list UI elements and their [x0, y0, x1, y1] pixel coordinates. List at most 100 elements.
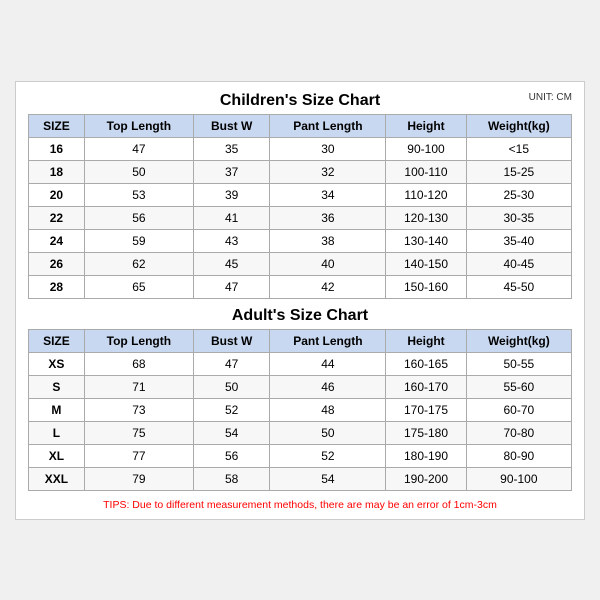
- table-cell: 36: [270, 206, 386, 229]
- table-cell: 160-170: [386, 375, 466, 398]
- adults-thead: SIZE Top Length Bust W Pant Length Heigh…: [29, 329, 572, 352]
- table-cell: 42: [270, 275, 386, 298]
- children-table: SIZE Top Length Bust W Pant Length Heigh…: [28, 114, 572, 299]
- table-cell: 55-60: [466, 375, 571, 398]
- table-cell: 190-200: [386, 467, 466, 490]
- table-row: 26624540140-15040-45: [29, 252, 572, 275]
- table-cell: 28: [29, 275, 85, 298]
- table-cell: 120-130: [386, 206, 466, 229]
- table-cell: 18: [29, 160, 85, 183]
- adults-col-top-length: Top Length: [84, 329, 193, 352]
- table-cell: 90-100: [386, 137, 466, 160]
- table-cell: 180-190: [386, 444, 466, 467]
- table-cell: 20: [29, 183, 85, 206]
- children-header-row: SIZE Top Length Bust W Pant Length Heigh…: [29, 114, 572, 137]
- table-cell: 47: [84, 137, 193, 160]
- table-cell: 140-150: [386, 252, 466, 275]
- children-col-top-length: Top Length: [84, 114, 193, 137]
- table-cell: 80-90: [466, 444, 571, 467]
- table-cell: 35-40: [466, 229, 571, 252]
- table-cell: 54: [193, 421, 270, 444]
- children-title: Children's Size Chart: [220, 92, 380, 110]
- table-cell: L: [29, 421, 85, 444]
- table-row: 1647353090-100<15: [29, 137, 572, 160]
- table-cell: 73: [84, 398, 193, 421]
- table-cell: 70-80: [466, 421, 571, 444]
- table-cell: 50: [193, 375, 270, 398]
- table-cell: 35: [193, 137, 270, 160]
- table-row: XS684744160-16550-55: [29, 352, 572, 375]
- children-thead: SIZE Top Length Bust W Pant Length Heigh…: [29, 114, 572, 137]
- table-cell: 45: [193, 252, 270, 275]
- table-cell: 47: [193, 352, 270, 375]
- adult-title-row: Adult's Size Chart: [28, 307, 572, 325]
- table-cell: 30-35: [466, 206, 571, 229]
- table-cell: 50-55: [466, 352, 571, 375]
- table-cell: XL: [29, 444, 85, 467]
- table-cell: 40-45: [466, 252, 571, 275]
- adults-header-row: SIZE Top Length Bust W Pant Length Heigh…: [29, 329, 572, 352]
- table-cell: 26: [29, 252, 85, 275]
- table-cell: S: [29, 375, 85, 398]
- table-cell: 43: [193, 229, 270, 252]
- table-cell: XS: [29, 352, 85, 375]
- table-cell: 25-30: [466, 183, 571, 206]
- table-cell: 65: [84, 275, 193, 298]
- table-cell: 60-70: [466, 398, 571, 421]
- tips-text: TIPS: Due to different measurement metho…: [28, 499, 572, 511]
- table-cell: 71: [84, 375, 193, 398]
- table-cell: 48: [270, 398, 386, 421]
- adult-title: Adult's Size Chart: [232, 307, 368, 325]
- table-cell: 52: [193, 398, 270, 421]
- table-cell: 170-175: [386, 398, 466, 421]
- table-cell: 79: [84, 467, 193, 490]
- table-cell: 32: [270, 160, 386, 183]
- children-col-weight: Weight(kg): [466, 114, 571, 137]
- table-cell: 16: [29, 137, 85, 160]
- table-cell: 77: [84, 444, 193, 467]
- table-cell: 59: [84, 229, 193, 252]
- table-cell: 50: [270, 421, 386, 444]
- table-cell: 58: [193, 467, 270, 490]
- table-cell: 22: [29, 206, 85, 229]
- table-row: S715046160-17055-60: [29, 375, 572, 398]
- chart-container: Children's Size Chart UNIT: CM SIZE Top …: [15, 81, 585, 520]
- table-cell: 56: [193, 444, 270, 467]
- table-row: 20533934110-12025-30: [29, 183, 572, 206]
- adults-table: SIZE Top Length Bust W Pant Length Heigh…: [28, 329, 572, 491]
- children-title-row: Children's Size Chart UNIT: CM: [28, 92, 572, 110]
- table-cell: 175-180: [386, 421, 466, 444]
- table-row: M735248170-17560-70: [29, 398, 572, 421]
- table-cell: 15-25: [466, 160, 571, 183]
- table-cell: 54: [270, 467, 386, 490]
- table-cell: 40: [270, 252, 386, 275]
- unit-label: UNIT: CM: [529, 92, 572, 103]
- table-cell: 47: [193, 275, 270, 298]
- table-row: 24594338130-14035-40: [29, 229, 572, 252]
- table-cell: 160-165: [386, 352, 466, 375]
- table-cell: 44: [270, 352, 386, 375]
- table-cell: 75: [84, 421, 193, 444]
- table-cell: 30: [270, 137, 386, 160]
- table-row: 22564136120-13030-35: [29, 206, 572, 229]
- table-cell: XXL: [29, 467, 85, 490]
- table-cell: 110-120: [386, 183, 466, 206]
- table-cell: <15: [466, 137, 571, 160]
- table-row: XL775652180-19080-90: [29, 444, 572, 467]
- children-col-pant-length: Pant Length: [270, 114, 386, 137]
- table-cell: 34: [270, 183, 386, 206]
- table-cell: 100-110: [386, 160, 466, 183]
- adults-col-height: Height: [386, 329, 466, 352]
- table-row: L755450175-18070-80: [29, 421, 572, 444]
- adults-col-weight: Weight(kg): [466, 329, 571, 352]
- table-cell: 39: [193, 183, 270, 206]
- table-cell: 150-160: [386, 275, 466, 298]
- table-cell: M: [29, 398, 85, 421]
- table-cell: 90-100: [466, 467, 571, 490]
- table-cell: 62: [84, 252, 193, 275]
- table-cell: 56: [84, 206, 193, 229]
- table-cell: 130-140: [386, 229, 466, 252]
- table-row: 18503732100-11015-25: [29, 160, 572, 183]
- table-cell: 24: [29, 229, 85, 252]
- table-cell: 45-50: [466, 275, 571, 298]
